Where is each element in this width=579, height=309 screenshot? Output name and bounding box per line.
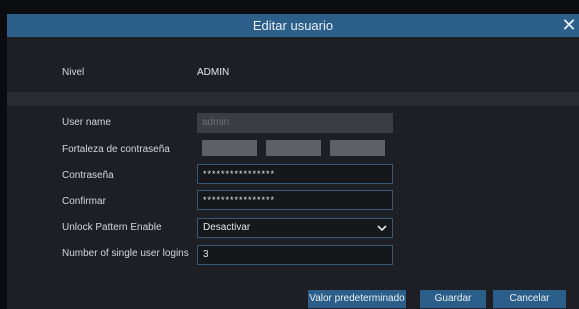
confirm-password-field[interactable]: **************** — [197, 190, 393, 210]
save-button[interactable]: Guardar — [420, 290, 486, 308]
confirm-value: **************** — [203, 195, 276, 205]
strength-bar-3 — [330, 140, 385, 156]
chevron-down-icon — [377, 225, 387, 232]
level-value: ADMIN — [197, 67, 230, 78]
password-value: **************** — [203, 169, 276, 179]
strength-bar-1 — [202, 140, 257, 156]
password-label: Contraseña — [62, 170, 114, 181]
password-field[interactable]: **************** — [197, 164, 393, 184]
pattern-label: Unlock Pattern Enable — [62, 222, 162, 233]
default-button[interactable]: Valor predeterminado — [308, 290, 406, 308]
username-value: admin — [202, 117, 230, 128]
username-label: User name — [62, 117, 111, 128]
logins-label: Number of single user logins — [62, 248, 189, 259]
logins-field[interactable]: 3 — [197, 245, 393, 265]
separator-band — [7, 92, 579, 106]
level-label: Nivel — [62, 67, 85, 78]
strength-bar-2 — [266, 140, 321, 156]
dialog-title: Editar usuario — [252, 18, 334, 33]
pattern-select[interactable]: Desactivar — [197, 218, 393, 238]
title-bar: Editar usuario ✕ — [7, 14, 579, 37]
edit-user-dialog: Editar usuario ✕ Nivel ADMIN User name a… — [7, 14, 579, 309]
confirm-label: Confirmar — [62, 196, 106, 207]
pattern-value: Desactivar — [203, 222, 251, 233]
strength-label: Fortaleza de contraseña — [62, 144, 170, 155]
logins-value: 3 — [203, 249, 209, 260]
cancel-button[interactable]: Cancelar — [493, 290, 566, 308]
close-icon[interactable]: ✕ — [559, 14, 579, 37]
username-field: admin — [197, 113, 393, 133]
